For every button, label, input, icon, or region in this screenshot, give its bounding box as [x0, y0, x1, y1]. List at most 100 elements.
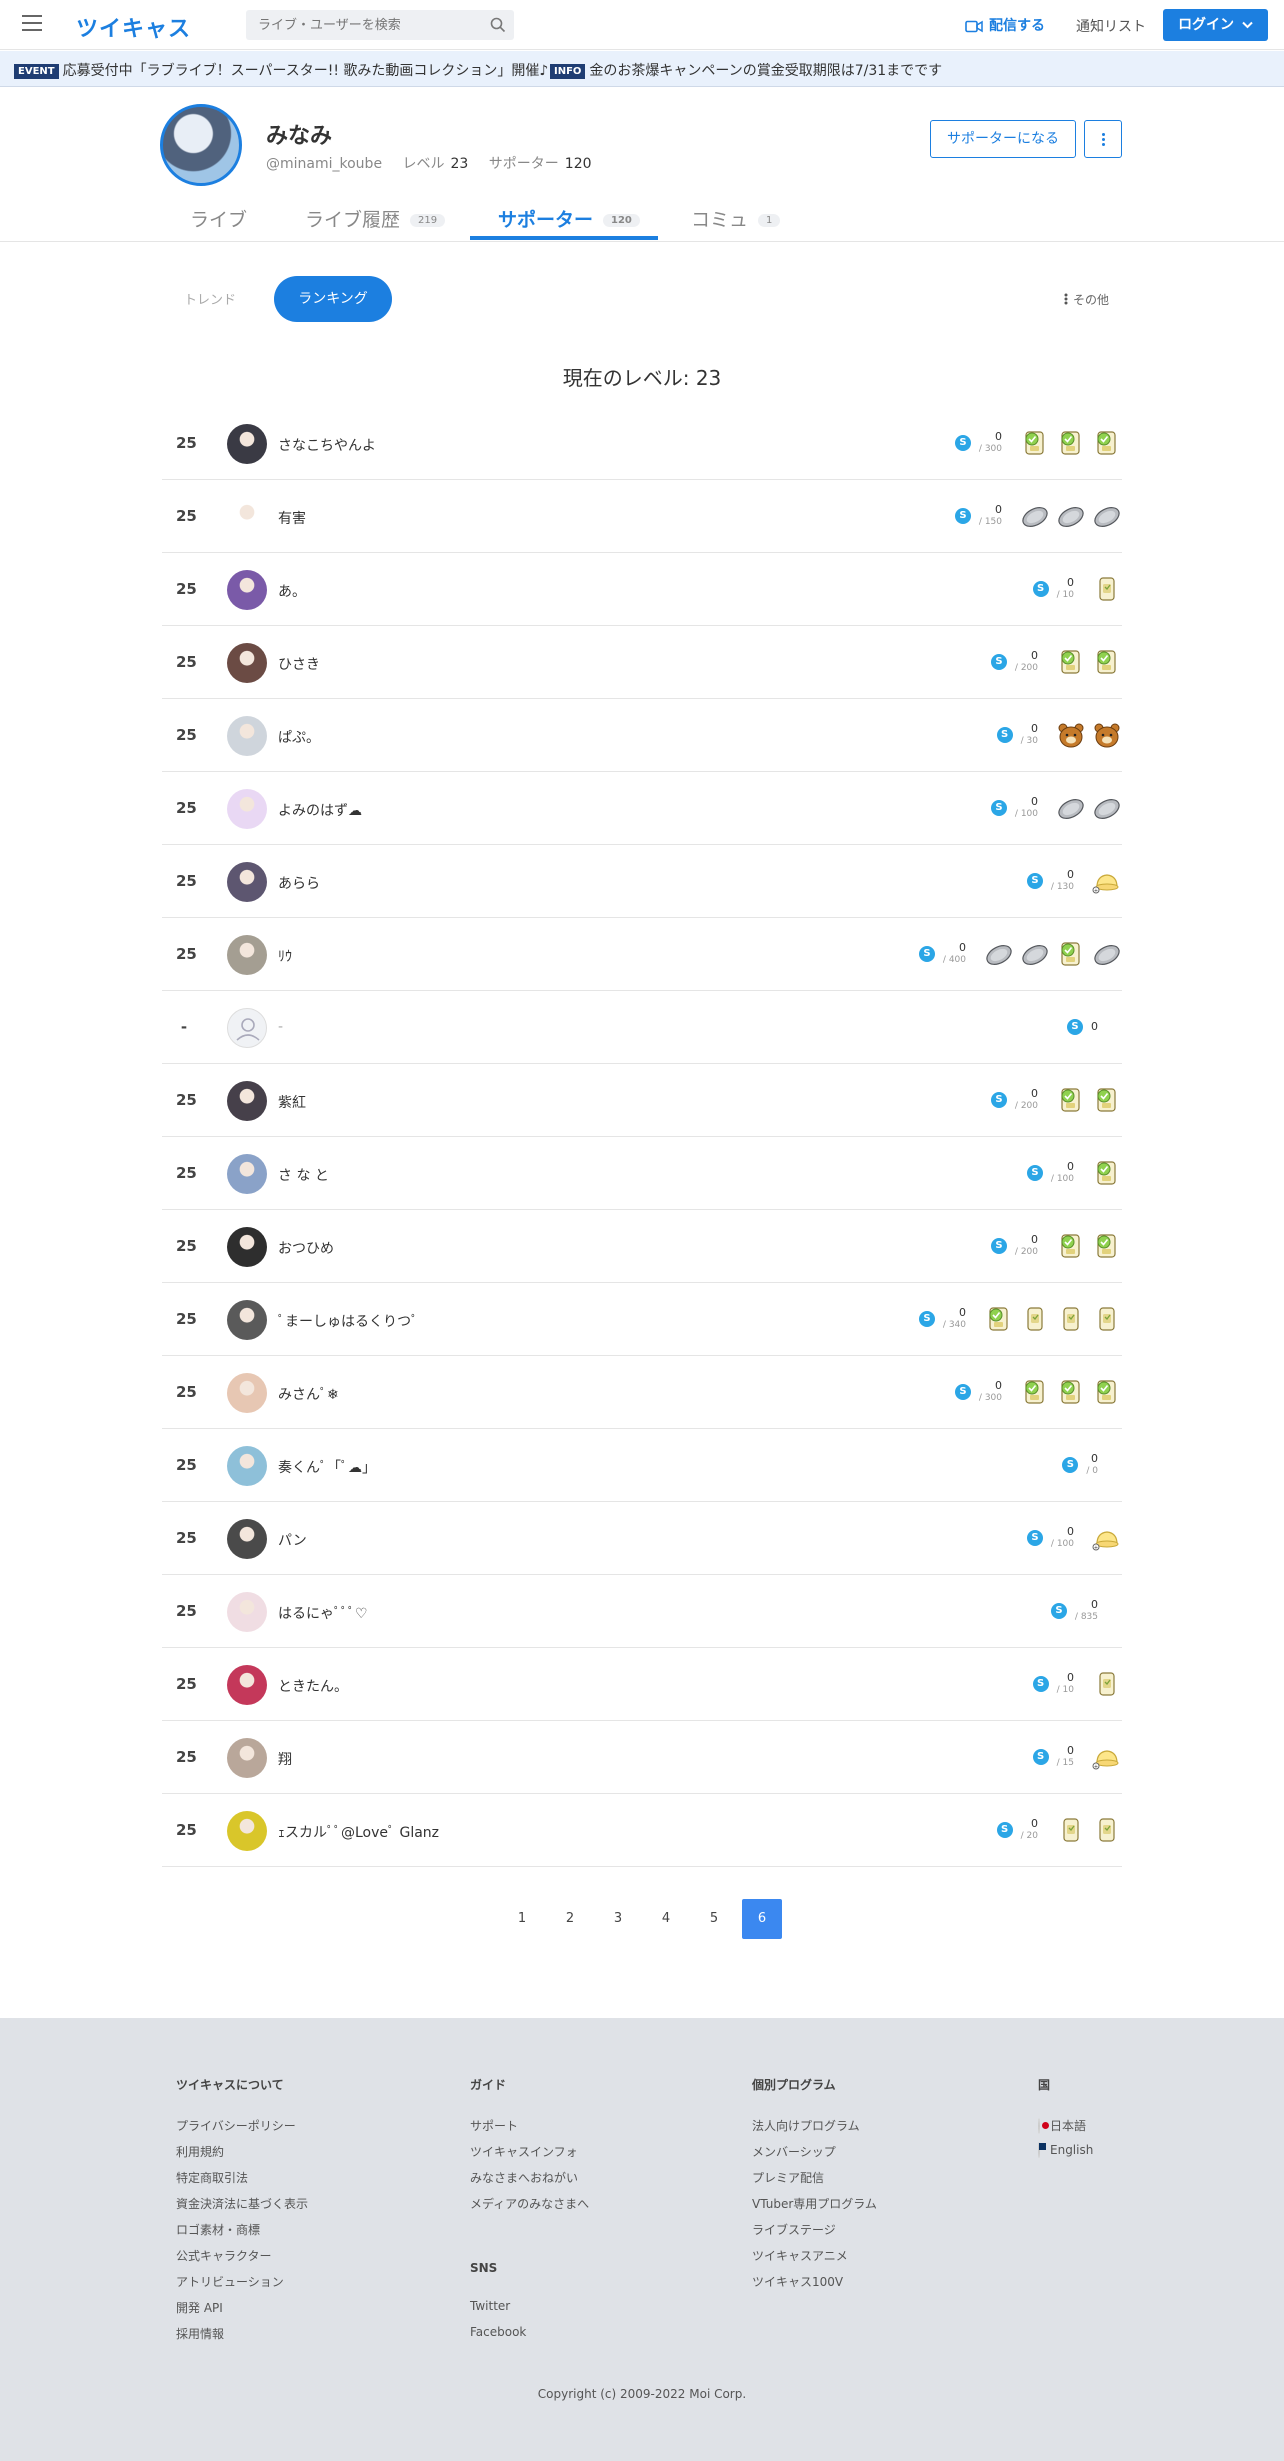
trend-toggle[interactable]: トレンド	[184, 289, 236, 308]
become-supporter-button[interactable]: サポーターになる	[930, 120, 1076, 158]
supporter-avatar[interactable]	[227, 789, 267, 829]
lang-english[interactable]: English	[1038, 2142, 1093, 2169]
supporter-avatar[interactable]	[227, 1446, 267, 1486]
footer-link[interactable]: Facebook	[470, 2325, 589, 2351]
supporter-avatar[interactable]	[227, 1373, 267, 1413]
page-1-button[interactable]: 1	[502, 1899, 542, 1939]
supporter-avatar[interactable]	[227, 716, 267, 756]
supporter-avatar[interactable]	[227, 1738, 267, 1778]
supporter-row[interactable]: 25 奏くんﾟ「ﾟ☁」 S 0/ 0	[162, 1429, 1122, 1502]
supporter-row[interactable]: 25 ﾘｳ S 0/ 400	[162, 918, 1122, 991]
other-menu[interactable]: その他	[1064, 291, 1109, 308]
search-icon[interactable]	[490, 17, 506, 33]
supporter-row[interactable]: 25 ﾟまーしゅはるくりつﾟ S 0/ 340	[162, 1283, 1122, 1356]
supporter-row[interactable]: 25 紫紅 S 0/ 200	[162, 1064, 1122, 1137]
supporter-row[interactable]: 25 ｪスカルﾟﾟ@Loveﾟ Glanz S 0/ 20	[162, 1794, 1122, 1867]
ranking-toggle[interactable]: ランキング	[274, 276, 392, 322]
supporter-name[interactable]: 翔	[278, 1749, 292, 1769]
supporter-name[interactable]: 紫紅	[278, 1092, 306, 1112]
supporter-row[interactable]: 25 ぱぷ。 S 0/ 30	[162, 699, 1122, 772]
footer-link[interactable]: 採用情報	[176, 2325, 308, 2351]
page-4-button[interactable]: 4	[646, 1899, 686, 1939]
tab-community[interactable]: コミュ 1	[691, 205, 781, 232]
footer-link[interactable]: 利用規約	[176, 2143, 308, 2169]
footer-link[interactable]: ツイキャスインフォ	[470, 2143, 589, 2169]
profile-avatar[interactable]	[160, 104, 242, 186]
ticker-item[interactable]: INFO 金のお茶爆キャンペーンの賞金受取期限は7/31までです	[550, 60, 942, 80]
footer-link[interactable]: プライバシーポリシー	[176, 2117, 308, 2143]
supporter-name[interactable]: パン	[278, 1530, 307, 1550]
supporter-name[interactable]: ｪスカルﾟﾟ@Loveﾟ Glanz	[278, 1822, 439, 1842]
footer-link[interactable]: ライブステージ	[752, 2221, 877, 2247]
supporter-row[interactable]: 25 さなこちやんよ S 0/ 300	[162, 407, 1122, 480]
supporter-name[interactable]: よみのはず☁︎	[278, 800, 362, 820]
supporter-name[interactable]: あらら	[278, 873, 320, 893]
supporter-avatar[interactable]	[227, 1154, 267, 1194]
page-3-button[interactable]: 3	[598, 1899, 638, 1939]
footer-link[interactable]: メディアのみなさまへ	[470, 2195, 589, 2221]
footer-link[interactable]: サポート	[470, 2117, 589, 2143]
supporter-avatar[interactable]	[227, 1811, 267, 1851]
supporter-avatar[interactable]	[227, 424, 267, 464]
supporter-row[interactable]: - - S0	[162, 991, 1122, 1064]
more-options-button[interactable]	[1084, 120, 1122, 158]
footer-link[interactable]: メンバーシップ	[752, 2143, 877, 2169]
menu-icon[interactable]	[22, 15, 42, 31]
footer-link[interactable]: 資金決済法に基づく表示	[176, 2195, 308, 2221]
tab-live-history[interactable]: ライブ履歴 219	[305, 205, 446, 232]
footer-link[interactable]: 開発 API	[176, 2299, 308, 2325]
supporter-avatar[interactable]	[227, 497, 267, 537]
search-input[interactable]	[246, 10, 471, 40]
footer-link[interactable]: 公式キャラクター	[176, 2247, 308, 2273]
footer-link[interactable]: Twitter	[470, 2299, 589, 2325]
supporter-avatar[interactable]	[227, 1592, 267, 1632]
footer-link[interactable]: プレミア配信	[752, 2169, 877, 2195]
supporter-avatar[interactable]	[227, 1519, 267, 1559]
supporter-name[interactable]: みさんﾟ❄	[278, 1384, 339, 1404]
supporter-avatar[interactable]	[227, 935, 267, 975]
supporter-avatar[interactable]	[227, 1081, 267, 1121]
footer-link[interactable]: VTuber専用プログラム	[752, 2195, 877, 2221]
supporter-name[interactable]: 奏くんﾟ「ﾟ☁」	[278, 1457, 376, 1477]
supporter-avatar[interactable]	[227, 1008, 267, 1048]
supporter-name[interactable]: ぱぷ。	[278, 727, 320, 747]
supporter-name[interactable]: -	[278, 1019, 283, 1035]
supporter-name[interactable]: ときたん。	[278, 1676, 348, 1696]
page-5-button[interactable]: 5	[694, 1899, 734, 1939]
tab-live[interactable]: ライブ	[190, 205, 247, 232]
supporter-avatar[interactable]	[227, 643, 267, 683]
supporter-name[interactable]: 有害	[278, 508, 306, 528]
login-button[interactable]: ログイン	[1163, 9, 1268, 41]
supporter-avatar[interactable]	[227, 570, 267, 610]
supporter-row[interactable]: 25 みさんﾟ❄ S 0/ 300	[162, 1356, 1122, 1429]
supporter-avatar[interactable]	[227, 1227, 267, 1267]
supporter-row[interactable]: 25 よみのはず☁︎ S 0/ 100	[162, 772, 1122, 845]
supporter-name[interactable]: ひさき	[278, 654, 320, 674]
supporter-avatar[interactable]	[227, 862, 267, 902]
supporter-name[interactable]: さ な と	[278, 1165, 329, 1185]
search-box[interactable]	[246, 10, 514, 40]
supporter-name[interactable]: はるにゃﾟﾟﾟ♡	[278, 1603, 368, 1623]
footer-link[interactable]: ツイキャス100V	[752, 2273, 877, 2299]
supporter-name[interactable]: ﾟまーしゅはるくりつﾟ	[278, 1311, 418, 1331]
footer-link[interactable]: ロゴ素材・商標	[176, 2221, 308, 2247]
supporter-row[interactable]: 25 さ な と S 0/ 100	[162, 1137, 1122, 1210]
tab-supporter[interactable]: サポーター 120	[498, 205, 640, 232]
supporter-name[interactable]: おつひめ	[278, 1238, 334, 1258]
page-6-button[interactable]: 6	[742, 1899, 782, 1939]
footer-link[interactable]: みなさまへおねがい	[470, 2169, 589, 2195]
supporter-row[interactable]: 25 ときたん。 S 0/ 10	[162, 1648, 1122, 1721]
supporter-avatar[interactable]	[227, 1300, 267, 1340]
supporter-row[interactable]: 25 ひさき S 0/ 200	[162, 626, 1122, 699]
supporter-row[interactable]: 25 おつひめ S 0/ 200	[162, 1210, 1122, 1283]
broadcast-button[interactable]: 配信する	[965, 15, 1045, 35]
notify-list-link[interactable]: 通知リスト	[1076, 16, 1146, 36]
footer-link[interactable]: 特定商取引法	[176, 2169, 308, 2195]
supporter-row[interactable]: 25 有害 S 0/ 150	[162, 480, 1122, 553]
ticker-item[interactable]: EVENT 応募受付中「ラブライブ！スーパースター!! 歌みた動画コレクション」開…	[14, 60, 548, 80]
lang-japanese[interactable]: 日本語	[1038, 2117, 1093, 2143]
supporter-avatar[interactable]	[227, 1665, 267, 1705]
supporter-name[interactable]: ﾘｳ	[278, 946, 292, 966]
site-logo[interactable]: ツイキャス	[76, 11, 191, 43]
footer-link[interactable]: 法人向けプログラム	[752, 2117, 877, 2143]
